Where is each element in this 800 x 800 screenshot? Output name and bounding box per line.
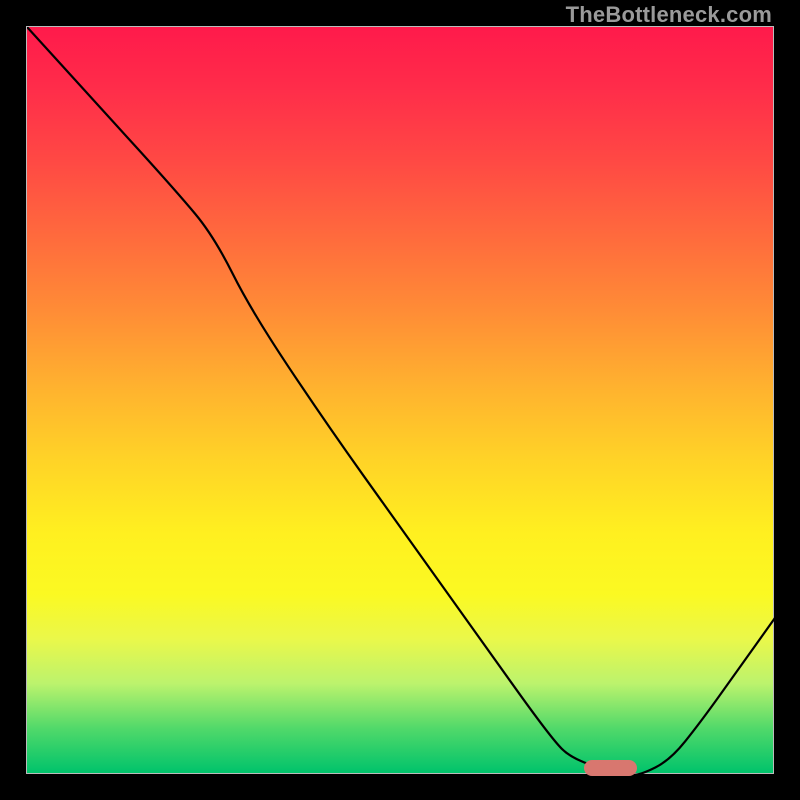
- chart-area: [26, 26, 774, 774]
- optimal-marker: [584, 760, 636, 776]
- curve-svg: [27, 27, 775, 775]
- bottleneck-curve: [27, 27, 775, 775]
- watermark-text: TheBottleneck.com: [566, 2, 772, 28]
